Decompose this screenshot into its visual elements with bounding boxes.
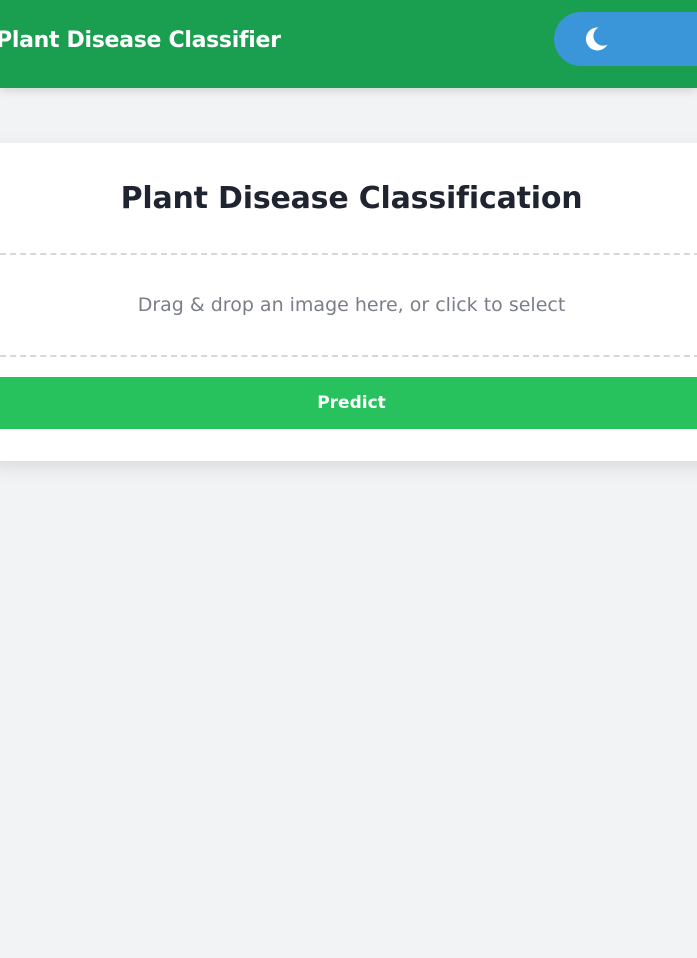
theme-toggle-button[interactable] — [554, 12, 697, 66]
dropzone-instruction: Drag & drop an image here, or click to s… — [137, 294, 566, 316]
moon-icon — [585, 27, 608, 51]
top-navbar: Plant Disease Classifier — [0, 0, 697, 88]
card-title: Plant Disease Classification — [120, 181, 583, 216]
predict-button-label: Predict — [317, 393, 386, 413]
app-title: Plant Disease Classifier — [0, 28, 281, 53]
